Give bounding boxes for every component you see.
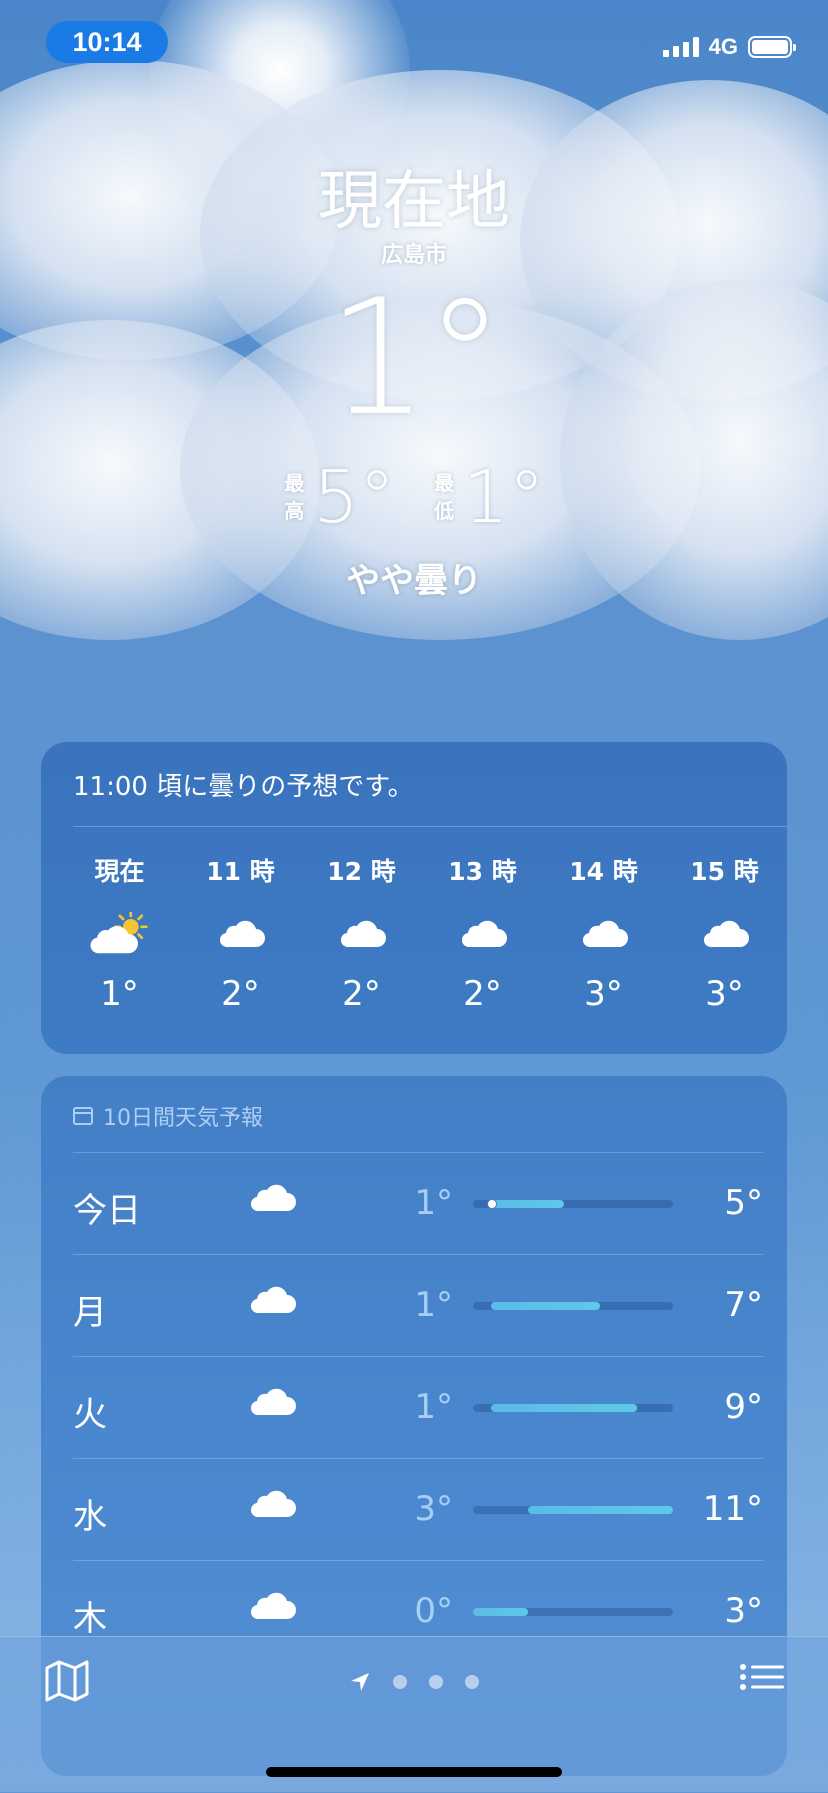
location-arrow-icon[interactable] bbox=[349, 1671, 371, 1693]
cloud-icon bbox=[579, 908, 629, 960]
hour-label: 現在 bbox=[94, 857, 145, 886]
high-temp: 7° bbox=[724, 1285, 763, 1325]
low-temp-group: 最低 1° bbox=[433, 455, 545, 539]
hourly-item: 13 時 2° bbox=[422, 852, 543, 1014]
hourly-item: 12 時 2° bbox=[301, 852, 422, 1014]
high-temp-group: 最高 5° bbox=[283, 455, 395, 539]
hour-label: 11 時 bbox=[206, 857, 275, 886]
day-label: 今日 bbox=[73, 1191, 141, 1231]
status-indicators: 4G bbox=[662, 34, 796, 60]
day-label: 木 bbox=[73, 1599, 107, 1639]
battery-icon bbox=[748, 36, 796, 58]
day-label: 水 bbox=[73, 1497, 107, 1537]
low-temp: 1° bbox=[463, 455, 545, 539]
high-temp: 5° bbox=[313, 455, 395, 539]
hour-label: 12 時 bbox=[327, 857, 396, 886]
temp-range-fill bbox=[491, 1302, 601, 1310]
hour-temp: 2° bbox=[342, 974, 381, 1014]
high-temp: 3° bbox=[724, 1591, 763, 1631]
daily-row[interactable]: 今日 1° 5° bbox=[73, 1152, 763, 1254]
cloud-icon bbox=[700, 908, 750, 960]
page-dot[interactable] bbox=[429, 1675, 443, 1689]
page-indicator[interactable] bbox=[0, 1671, 828, 1693]
low-temp: 1° bbox=[414, 1285, 453, 1325]
cloud-icon bbox=[247, 1387, 297, 1421]
temp-range-bar bbox=[473, 1506, 673, 1514]
hourly-summary: 11:00 頃に曇りの予想です。 bbox=[73, 772, 414, 802]
day-label: 火 bbox=[73, 1395, 107, 1435]
hour-temp: 1° bbox=[100, 974, 139, 1014]
low-temp: 1° bbox=[414, 1183, 453, 1223]
signal-icon bbox=[662, 37, 699, 57]
hour-label: 14 時 bbox=[569, 857, 638, 886]
cloud-icon bbox=[247, 1183, 297, 1217]
home-indicator[interactable] bbox=[266, 1767, 562, 1777]
hourly-item: 現在 1° bbox=[59, 852, 180, 1014]
hourly-item: 15 時 3° bbox=[664, 852, 785, 1014]
hour-label: 13 時 bbox=[448, 857, 517, 886]
temp-range-fill bbox=[527, 1506, 673, 1514]
bottom-toolbar bbox=[0, 1636, 828, 1793]
daily-row[interactable]: 月 1° 7° bbox=[73, 1254, 763, 1356]
divider bbox=[73, 826, 787, 827]
high-temp: 11° bbox=[702, 1489, 763, 1529]
hourly-item: 14 時 3° bbox=[543, 852, 664, 1014]
calendar-icon bbox=[73, 1107, 93, 1125]
page-dot[interactable] bbox=[465, 1675, 479, 1689]
temp-range-fill bbox=[491, 1200, 564, 1208]
low-label: 最低 bbox=[434, 471, 454, 523]
high-low-temps: 最高 5° 最低 1° bbox=[0, 455, 828, 539]
temp-range-bar bbox=[473, 1199, 673, 1209]
daily-forecast-title: 10日間天気予報 bbox=[103, 1106, 263, 1131]
status-time-pill[interactable]: 10:14 bbox=[46, 21, 168, 63]
temp-range-bar bbox=[473, 1302, 673, 1310]
weather-condition: やや曇り bbox=[346, 561, 482, 601]
temp-range-bar bbox=[473, 1404, 673, 1412]
cloud-icon bbox=[458, 908, 508, 960]
hour-label: 15 時 bbox=[690, 857, 759, 886]
network-type: 4G bbox=[708, 34, 738, 59]
high-label: 最高 bbox=[284, 471, 305, 523]
temp-range-bar bbox=[473, 1608, 673, 1616]
day-label: 月 bbox=[73, 1293, 107, 1333]
cloud-icon bbox=[337, 908, 387, 960]
temp-range-fill bbox=[473, 1608, 528, 1616]
daily-row[interactable]: 火 1° 9° bbox=[73, 1356, 763, 1458]
hourly-item: 11 時 2° bbox=[180, 852, 301, 1014]
hourly-forecast-card[interactable]: 11:00 頃に曇りの予想です。 現在 1° 11 時 2° 12 時 2° 13 時 2° 1… bbox=[41, 742, 787, 1054]
daily-row[interactable]: 水 3° 11° bbox=[73, 1458, 763, 1560]
cloud-icon bbox=[247, 1591, 297, 1625]
high-temp: 5° bbox=[724, 1183, 763, 1223]
cloud-icon bbox=[247, 1489, 297, 1523]
low-temp: 3° bbox=[414, 1489, 453, 1529]
high-temp: 9° bbox=[724, 1387, 763, 1427]
cloud-icon bbox=[216, 908, 266, 960]
daily-forecast-header: 10日間天気予報 bbox=[73, 1100, 263, 1132]
low-temp: 1° bbox=[414, 1387, 453, 1427]
list-button[interactable] bbox=[740, 1663, 784, 1703]
location-title: 現在地 bbox=[318, 165, 510, 239]
temp-range-fill bbox=[491, 1404, 637, 1412]
list-icon bbox=[740, 1664, 784, 1690]
current-temperature: 1° bbox=[327, 264, 505, 451]
hour-temp: 2° bbox=[221, 974, 260, 1014]
hour-temp: 2° bbox=[463, 974, 502, 1014]
cloud-icon bbox=[247, 1285, 297, 1319]
hour-temp: 3° bbox=[584, 974, 623, 1014]
hourly-list[interactable]: 現在 1° 11 時 2° 12 時 2° 13 時 2° 14 時 3° 15 時 3° bbox=[59, 852, 787, 1014]
daily-list[interactable]: 今日 1° 5° 月 1° 7° 火 1° 9° 水 3° 11° 木 0° 3° bbox=[73, 1152, 763, 1662]
partly-sunny-icon bbox=[90, 908, 150, 960]
page-dot[interactable] bbox=[393, 1675, 407, 1689]
hour-temp: 3° bbox=[705, 974, 744, 1014]
low-temp: 0° bbox=[414, 1591, 453, 1631]
